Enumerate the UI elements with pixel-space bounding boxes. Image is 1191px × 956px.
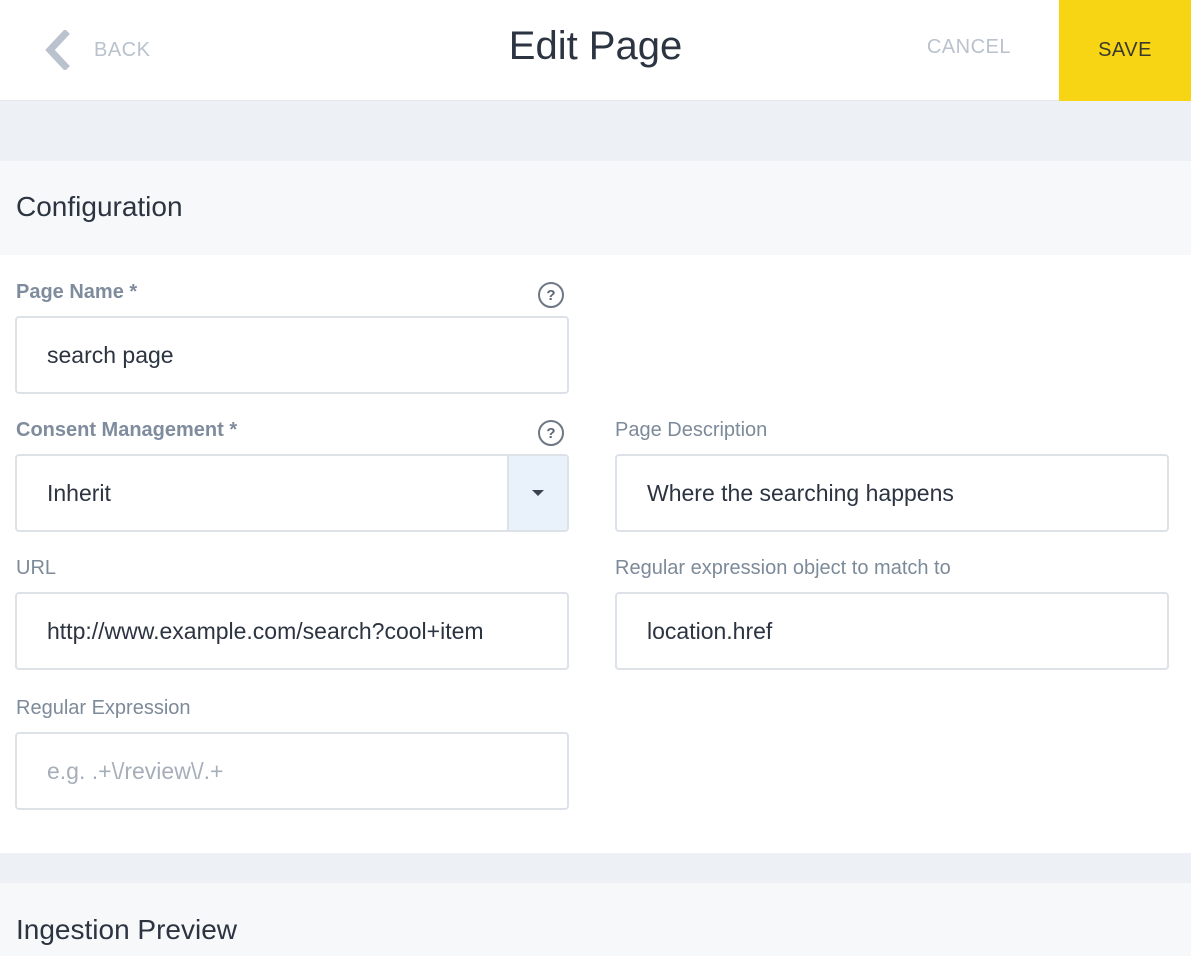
dropdown-toggle[interactable]: [507, 456, 567, 530]
page-name-input[interactable]: search page: [15, 316, 569, 394]
regex-input[interactable]: e.g. .+\/review\/.+: [15, 732, 569, 810]
regex-object-input[interactable]: location.href: [615, 592, 1169, 670]
page-description-input[interactable]: Where the searching happens: [615, 454, 1169, 532]
regex-object-label: Regular expression object to match to: [615, 557, 951, 579]
save-button[interactable]: SAVE: [1059, 0, 1191, 101]
back-button[interactable]: BACK: [40, 30, 150, 70]
configuration-title: Configuration: [16, 191, 183, 222]
consent-management-value: Inherit: [47, 479, 111, 506]
url-input[interactable]: http://www.example.com/search?cool+item: [15, 592, 569, 670]
caret-down-icon: [532, 490, 544, 496]
url-label: URL: [16, 557, 57, 579]
ingestion-preview-section-header: Ingestion Preview: [0, 883, 1191, 956]
chevron-left-icon: [40, 30, 74, 70]
page-title: Edit Page: [508, 24, 683, 68]
consent-management-label: Consent Management *: [16, 419, 238, 441]
consent-management-select[interactable]: Inherit: [15, 454, 569, 532]
configuration-form: Page Name * ? search page Consent Manage…: [0, 255, 1191, 853]
back-label: BACK: [94, 38, 151, 61]
cancel-button[interactable]: CANCEL: [927, 36, 1011, 59]
regex-label: Regular Expression: [16, 697, 191, 719]
top-bar: BACK Edit Page CANCEL SAVE: [0, 0, 1191, 101]
page-name-label: Page Name *: [16, 281, 138, 303]
consent-management-help-icon[interactable]: ?: [538, 420, 564, 446]
page-name-help-icon[interactable]: ?: [538, 282, 564, 308]
configuration-section-header: Configuration: [0, 161, 1191, 255]
ingestion-preview-title: Ingestion Preview: [16, 914, 238, 945]
page-description-label: Page Description: [615, 419, 768, 441]
